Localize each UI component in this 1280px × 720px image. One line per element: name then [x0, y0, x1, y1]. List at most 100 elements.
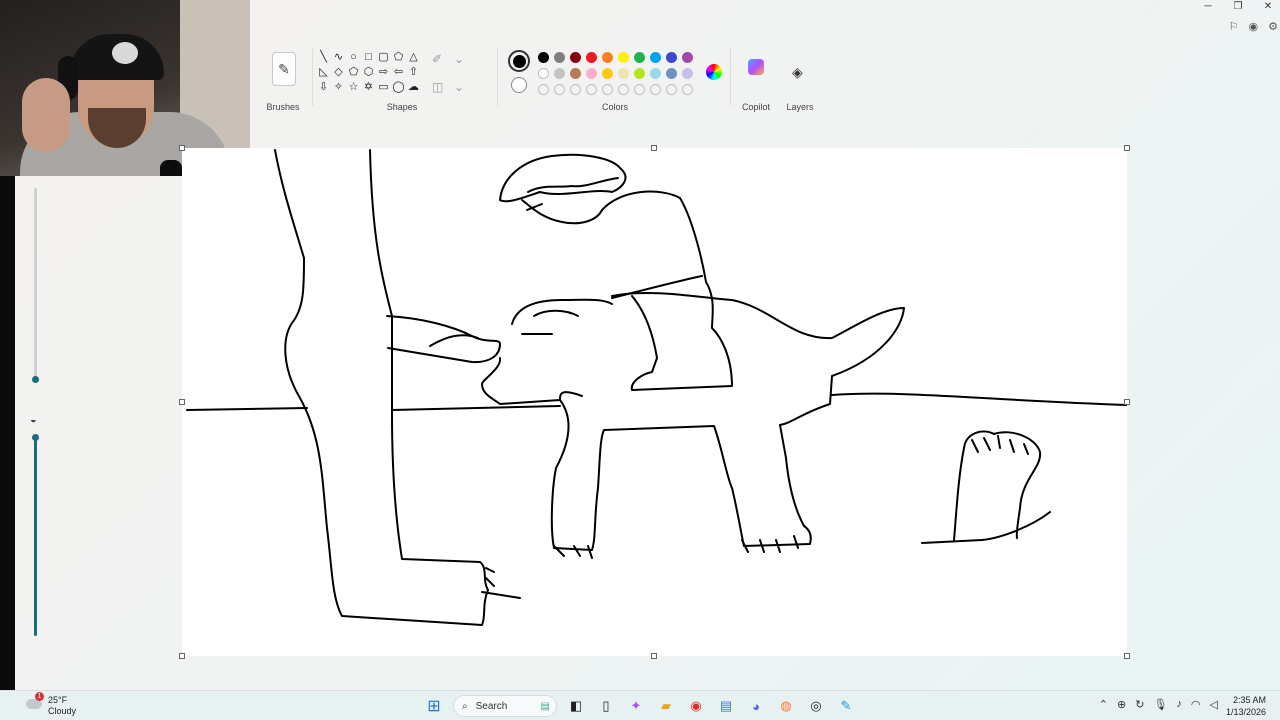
size-slider-thumb[interactable] [32, 376, 39, 383]
rectangle-shape-icon[interactable]: □ [361, 50, 376, 65]
color-swatch[interactable] [682, 68, 693, 79]
color-swatch[interactable] [618, 68, 629, 79]
drawing-canvas[interactable] [179, 145, 1130, 659]
arrow-right-shape-icon[interactable]: ⇨ [376, 65, 391, 80]
clock[interactable]: 2:35 AM 1/13/2026 [1226, 694, 1266, 718]
shape-outline-icon[interactable]: ✐ [432, 52, 454, 80]
curve-shape-icon[interactable]: ∿ [331, 50, 346, 65]
color-swatch[interactable] [602, 52, 613, 63]
firefox-icon[interactable]: ◍ [775, 695, 797, 717]
notepad-icon[interactable]: ▯ [595, 695, 617, 717]
minimize-icon[interactable]: ─ [1202, 0, 1214, 14]
paint-icon[interactable]: ✎ [835, 695, 857, 717]
four-point-star-shape-icon[interactable]: ✧ [331, 80, 346, 95]
start-icon[interactable]: ⊞ [423, 695, 445, 717]
custom-color-slot[interactable] [570, 84, 581, 95]
callout-cloud-shape-icon[interactable]: ☁ [406, 80, 421, 95]
primary-color-swatch[interactable] [508, 50, 530, 72]
color-swatch[interactable] [570, 52, 581, 63]
copilot-taskbar-icon[interactable]: ✦ [625, 695, 647, 717]
opacity-slider-track[interactable] [34, 438, 37, 636]
color-swatch[interactable] [538, 68, 549, 79]
taskbar-search[interactable]: ⌕ Search ▤ [453, 695, 557, 717]
color-swatch[interactable] [586, 52, 597, 63]
color-swatch[interactable] [538, 52, 549, 63]
canvas-resize-handle[interactable] [179, 399, 185, 405]
notepad-app-icon[interactable]: ▤ [715, 695, 737, 717]
canvas-resize-handle[interactable] [179, 145, 185, 151]
arrow-down-shape-icon[interactable]: ⇩ [316, 80, 331, 95]
color-swatch[interactable] [554, 52, 565, 63]
polygon-shape-icon[interactable]: ⬠ [391, 50, 406, 65]
callout-oval-shape-icon[interactable]: ◯ [391, 80, 406, 95]
size-slider-track[interactable] [34, 188, 37, 380]
pentagon-shape-icon[interactable]: ⬠ [346, 65, 361, 80]
account-icon[interactable]: ◉ [1249, 20, 1259, 33]
color-swatch[interactable] [570, 68, 581, 79]
shape-fill-icon[interactable]: ◫ [432, 80, 454, 108]
color-swatch[interactable] [554, 68, 565, 79]
discord-icon[interactable]: ◕ [745, 695, 767, 717]
canvas-resize-handle[interactable] [179, 653, 185, 659]
canvas-resize-handle[interactable] [1124, 145, 1130, 151]
opacity-slider-thumb[interactable] [32, 434, 39, 441]
custom-color-slot[interactable] [666, 84, 677, 95]
six-point-star-shape-icon[interactable]: ✡ [361, 80, 376, 95]
brush-button[interactable]: ✎ [272, 52, 296, 86]
color-swatch[interactable] [650, 52, 661, 63]
rounded-rectangle-shape-icon[interactable]: ▢ [376, 50, 391, 65]
chevron-up-icon[interactable]: ⌃ [1099, 698, 1108, 711]
canvas-resize-handle[interactable] [1124, 399, 1130, 405]
copilot-icon[interactable] [748, 59, 764, 75]
weather-widget[interactable]: 25°F Cloudy [48, 695, 76, 717]
canvas-resize-handle[interactable] [1124, 653, 1130, 659]
restore-icon[interactable]: ❐ [1232, 0, 1244, 14]
shape-outline-chevron-icon[interactable]: ⌄ [454, 52, 476, 80]
custom-color-slot[interactable] [602, 84, 613, 95]
color-swatch[interactable] [682, 52, 693, 63]
triangle-shape-icon[interactable]: △ [406, 50, 421, 65]
custom-color-slot[interactable] [682, 84, 693, 95]
chrome-icon[interactable]: ◉ [685, 695, 707, 717]
callout-rect-shape-icon[interactable]: ▭ [376, 80, 391, 95]
microphone-icon[interactable]: 🎙 [1153, 698, 1167, 711]
hexagon-shape-icon[interactable]: ⬡ [361, 65, 376, 80]
obs-icon[interactable]: ◎ [805, 695, 827, 717]
volume-icon[interactable]: ♪ [1176, 698, 1182, 711]
custom-color-slot[interactable] [538, 84, 549, 95]
color-swatch[interactable] [634, 68, 645, 79]
edit-colors-icon[interactable] [706, 64, 722, 80]
custom-color-slot[interactable] [618, 84, 629, 95]
canvas-resize-handle[interactable] [651, 653, 657, 659]
arrow-up-shape-icon[interactable]: ⇧ [406, 65, 421, 80]
color-swatch[interactable] [634, 52, 645, 63]
sync-icon[interactable]: ↻ [1135, 698, 1144, 711]
right-triangle-shape-icon[interactable]: ◺ [316, 65, 331, 80]
custom-color-slot[interactable] [650, 84, 661, 95]
speaker-icon[interactable]: ◁ [1210, 698, 1218, 711]
network-globe-icon[interactable]: ⊕ [1117, 698, 1126, 711]
secondary-color-swatch[interactable] [511, 77, 527, 93]
color-swatch[interactable] [650, 68, 661, 79]
color-swatch[interactable] [602, 68, 613, 79]
settings-icon[interactable]: ⚙ [1268, 20, 1278, 33]
color-swatch[interactable] [666, 52, 677, 63]
color-swatch[interactable] [586, 68, 597, 79]
layers-icon[interactable]: ◈ [792, 64, 803, 81]
task-view-icon[interactable]: ◧ [565, 695, 587, 717]
color-swatch[interactable] [618, 52, 629, 63]
file-explorer-icon[interactable]: ▰ [655, 695, 677, 717]
line-shape-icon[interactable]: ╲ [316, 50, 331, 65]
custom-color-slot[interactable] [586, 84, 597, 95]
canvas-resize-handle[interactable] [651, 145, 657, 151]
wifi-icon[interactable]: ◠ [1191, 698, 1201, 711]
five-point-star-shape-icon[interactable]: ☆ [346, 80, 361, 95]
arrow-left-shape-icon[interactable]: ⇦ [391, 65, 406, 80]
close-icon[interactable]: ✕ [1262, 0, 1274, 14]
custom-color-slot[interactable] [554, 84, 565, 95]
feedback-icon[interactable]: ⚐ [1229, 20, 1239, 33]
color-swatch[interactable] [666, 68, 677, 79]
oval-shape-icon[interactable]: ○ [346, 50, 361, 65]
shape-fill-chevron-icon[interactable]: ⌄ [454, 80, 476, 108]
diamond-shape-icon[interactable]: ◇ [331, 65, 346, 80]
